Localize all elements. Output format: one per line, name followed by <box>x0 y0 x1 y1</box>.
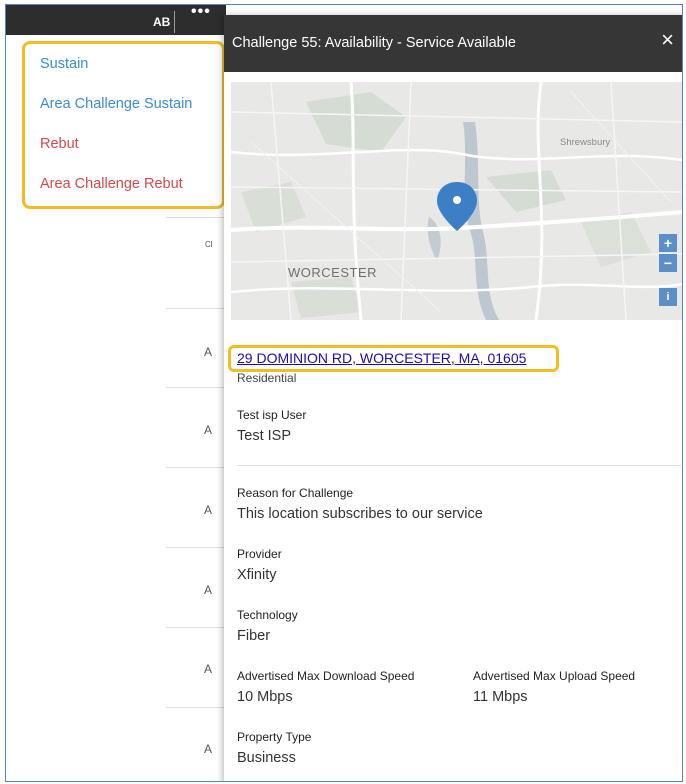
upload-speed-label: Advertised Max Upload Speed <box>473 669 636 683</box>
address-type: Residential <box>237 371 297 385</box>
column-separator <box>174 11 175 33</box>
zoom-out-icon[interactable]: − <box>659 254 677 272</box>
reason-value: This location subscribes to our service <box>237 506 483 522</box>
table-cell: Cl <box>205 240 213 249</box>
column-header-ab[interactable]: AB <box>153 15 170 29</box>
zoom-in-icon[interactable]: + <box>659 234 677 252</box>
table-cell: A <box>204 503 213 517</box>
row-divider <box>166 308 226 309</box>
property-type-label: Property Type <box>237 730 312 744</box>
section-divider <box>237 465 681 466</box>
reason-label: Reason for Challenge <box>237 486 354 500</box>
more-options-icon[interactable]: ••• <box>191 5 211 21</box>
provider-label: Provider <box>237 547 282 561</box>
location-map[interactable]: WORCESTER Shrewsbury + − i <box>231 82 682 320</box>
panel-header: Challenge 55: Availability - Service Ava… <box>224 15 682 72</box>
upload-speed-value: 11 Mbps <box>473 689 528 705</box>
user-label: Test isp User <box>237 408 307 422</box>
table-cell: A <box>204 742 213 756</box>
menu-item-rebut[interactable]: Rebut <box>40 136 79 152</box>
app-frame: AB ••• Cl A A A A A A Sustain Area Chall… <box>5 4 683 782</box>
row-divider <box>166 707 226 708</box>
challenge-detail-panel: Challenge 55: Availability - Service Ava… <box>224 15 682 781</box>
row-divider <box>166 467 226 468</box>
user-value: Test ISP <box>237 428 291 444</box>
close-icon[interactable]: × <box>661 29 674 51</box>
download-speed-value: 10 Mbps <box>237 689 293 705</box>
action-menu: Sustain Area Challenge Sustain Rebut Are… <box>22 41 225 209</box>
technology-label: Technology <box>237 608 298 622</box>
table-cell: A <box>204 423 213 437</box>
map-canvas <box>231 82 682 320</box>
table-cell: A <box>204 662 213 676</box>
menu-item-area-challenge-sustain[interactable]: Area Challenge Sustain <box>40 96 192 112</box>
row-divider <box>166 627 226 628</box>
map-info-icon[interactable]: i <box>659 288 677 306</box>
technology-value: Fiber <box>237 628 271 644</box>
table-cell: A <box>204 345 213 359</box>
table-cell: A <box>204 583 213 597</box>
row-divider <box>166 547 226 548</box>
menu-item-area-challenge-rebut[interactable]: Area Challenge Rebut <box>40 176 183 192</box>
menu-item-sustain[interactable]: Sustain <box>40 56 88 72</box>
row-divider <box>166 387 226 388</box>
address-link[interactable]: 29 DOMINION RD, WORCESTER, MA, 01605 <box>237 350 526 366</box>
property-type-value: Business <box>237 750 296 766</box>
map-label-city: WORCESTER <box>288 265 377 280</box>
map-label-town: Shrewsbury <box>560 137 611 148</box>
row-divider <box>166 217 226 218</box>
panel-title: Challenge 55: Availability - Service Ava… <box>232 35 516 51</box>
table-header: AB ••• <box>6 5 226 35</box>
provider-value: Xfinity <box>237 567 277 583</box>
download-speed-label: Advertised Max Download Speed <box>237 669 415 683</box>
